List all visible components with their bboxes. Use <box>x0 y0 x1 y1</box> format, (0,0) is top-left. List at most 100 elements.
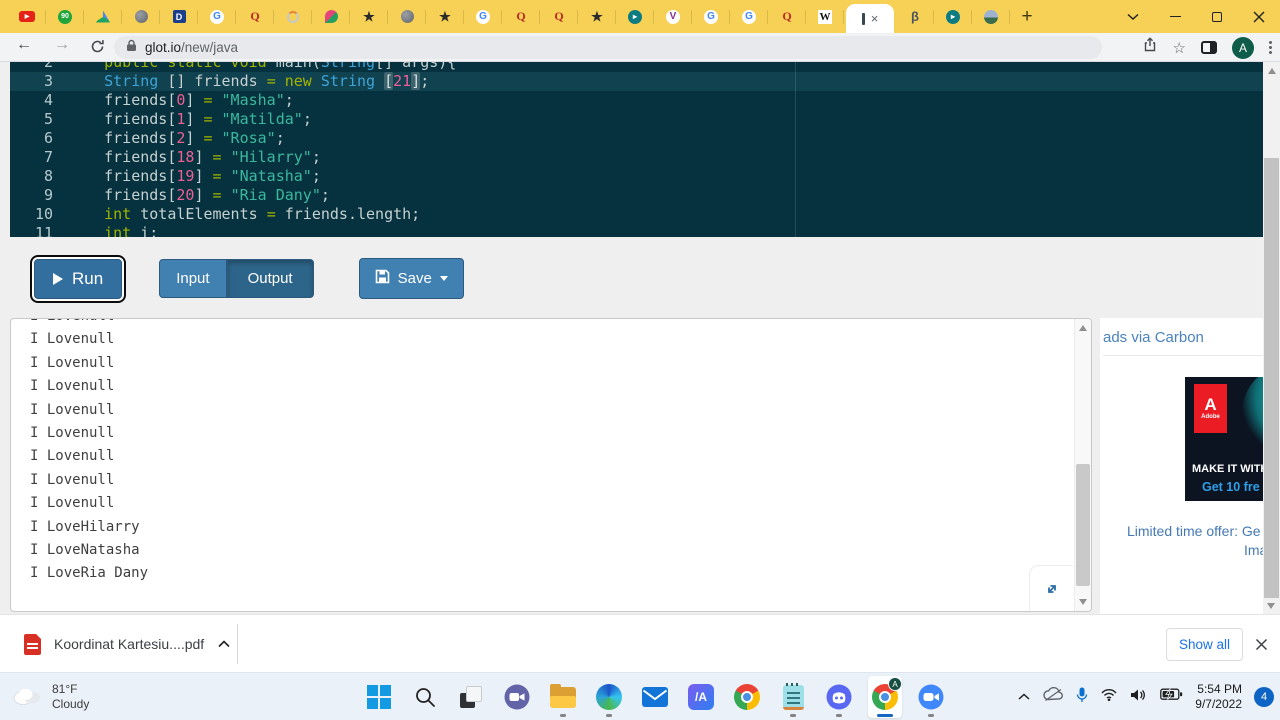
code-line[interactable]: 10 int totalElements = friends.length; <box>10 205 1263 224</box>
scroll-up-icon[interactable] <box>1079 325 1087 331</box>
tab-search-icon[interactable] <box>1112 0 1154 33</box>
back-icon[interactable]: ← <box>16 36 32 54</box>
weather-widget[interactable]: 81°FCloudy <box>10 677 89 717</box>
onedrive-icon[interactable] <box>1042 687 1064 707</box>
page-scrollbar-thumb[interactable] <box>1264 158 1279 598</box>
clock-date: 9/7/2022 <box>1195 697 1242 711</box>
tab-drive[interactable] <box>84 0 122 33</box>
download-bar-close-icon[interactable] <box>1250 633 1272 655</box>
taskbar-edge[interactable] <box>592 676 626 718</box>
taskbar-mail[interactable] <box>638 676 672 718</box>
code-line[interactable]: 7 friends[18] = "Hilarry"; <box>10 148 1263 167</box>
windows-taskbar: 81°FCloudy /A A 5:54 PM9/7/2022 4 <box>0 672 1280 720</box>
tab-badge-90[interactable]: 90 <box>46 0 84 33</box>
tab-wikipedia[interactable]: W <box>806 0 844 33</box>
profile-avatar[interactable]: A <box>1232 37 1254 59</box>
expand-output-button[interactable] <box>1029 565 1073 611</box>
tray-chevron-icon[interactable] <box>1018 688 1030 706</box>
tab-teal-app[interactable]: ▸ <box>616 0 654 33</box>
taskbar-clock[interactable]: 5:54 PM9/7/2022 <box>1195 682 1242 712</box>
reload-icon[interactable] <box>90 39 105 59</box>
wifi-icon[interactable] <box>1100 688 1118 707</box>
code-line[interactable]: 3 String [] friends = new String [21]; <box>10 72 1263 91</box>
show-all-button[interactable]: Show all <box>1166 628 1243 661</box>
scrollbar-thumb[interactable] <box>1076 464 1090 586</box>
save-button[interactable]: Save <box>359 258 464 299</box>
tab-quora[interactable]: Q <box>502 0 540 33</box>
tab-quora[interactable]: Q <box>236 0 274 33</box>
taskbar-chrome-profile[interactable]: A <box>868 676 902 718</box>
taskbar-search[interactable] <box>408 676 442 718</box>
tab-globe[interactable] <box>388 0 426 33</box>
tab-close-icon[interactable]: × <box>871 12 879 25</box>
run-button[interactable]: Run <box>34 259 122 299</box>
bookmark-star-icon[interactable]: ☆ <box>1173 39 1186 57</box>
code-line[interactable]: 5 friends[1] = "Matilda"; <box>10 110 1263 129</box>
forward-icon[interactable]: → <box>54 36 70 54</box>
taskbar-chat[interactable] <box>500 676 534 718</box>
download-chevron-icon[interactable] <box>217 635 231 653</box>
code-line[interactable]: 6 friends[2] = "Rosa"; <box>10 129 1263 148</box>
close-window-icon[interactable] <box>1238 0 1280 33</box>
page-scrollbar[interactable] <box>1263 62 1280 614</box>
tab-star[interactable]: ★ <box>350 0 388 33</box>
notification-badge[interactable]: 4 <box>1254 687 1274 707</box>
new-tab-button[interactable]: + <box>1010 0 1044 33</box>
url-text[interactable]: glot.io/new/java <box>145 40 238 55</box>
tab-star[interactable]: ★ <box>426 0 464 33</box>
minimize-icon[interactable] <box>1154 0 1196 33</box>
tab-google[interactable]: G <box>730 0 768 33</box>
volume-icon[interactable] <box>1130 688 1148 707</box>
code-line[interactable]: 9 friends[20] = "Ria Dany"; <box>10 186 1263 205</box>
taskbar-zoom[interactable] <box>914 676 948 718</box>
scroll-down-icon[interactable] <box>1079 599 1087 605</box>
output-scrollbar[interactable] <box>1074 319 1091 611</box>
code-editor[interactable]: 2 public static void main(String[] args)… <box>10 62 1263 237</box>
code-line[interactable]: 4 friends[0] = "Masha"; <box>10 91 1263 110</box>
taskbar-a-app[interactable]: /A <box>684 676 718 718</box>
taskbar-task-view[interactable] <box>454 676 488 718</box>
tab-doc-d[interactable]: D <box>160 0 198 33</box>
tab-quora[interactable]: Q <box>540 0 578 33</box>
tab-globe[interactable] <box>122 0 160 33</box>
tab-google[interactable]: G <box>464 0 502 33</box>
taskbar-notepad[interactable] <box>776 676 810 718</box>
tab-glot-active[interactable]: × <box>846 4 894 33</box>
menu-kebab-icon[interactable] <box>1269 41 1272 54</box>
restore-icon[interactable] <box>1196 0 1238 33</box>
page-scroll-up-icon[interactable] <box>1268 68 1276 74</box>
code-line[interactable]: 8 friends[19] = "Natasha"; <box>10 167 1263 186</box>
output-panel[interactable]: I LovenullI LovenullI LovenullI Lovenull… <box>10 318 1092 612</box>
tab-glot-logo[interactable]: β <box>896 0 934 33</box>
taskbar-chrome[interactable] <box>730 676 764 718</box>
taskbar-file-explorer[interactable] <box>546 676 580 718</box>
tab-google[interactable]: G <box>692 0 730 33</box>
ads-via-carbon-link[interactable]: ads via Carbon <box>1103 329 1263 356</box>
microphone-icon[interactable] <box>1076 687 1088 708</box>
tab-teal-app[interactable]: ▸ <box>934 0 972 33</box>
ad-caption-line1[interactable]: Limited time offer: Ge <box>1127 523 1261 539</box>
code-line[interactable]: 11 int i; <box>10 224 1263 237</box>
tab-star[interactable]: ★ <box>578 0 616 33</box>
share-icon[interactable] <box>1142 37 1158 58</box>
output-tab-button[interactable]: Output <box>227 259 314 298</box>
tab-youtube[interactable]: ▶ <box>8 0 46 33</box>
taskbar-start[interactable] <box>362 676 396 718</box>
side-panel-icon[interactable] <box>1201 41 1217 54</box>
tab-quora[interactable]: Q <box>768 0 806 33</box>
address-bar[interactable]: glot.io/new/java <box>114 36 1102 59</box>
tab-photo[interactable] <box>972 0 1010 33</box>
lock-icon[interactable] <box>126 39 137 57</box>
battery-icon[interactable] <box>1160 688 1183 706</box>
tab-google[interactable]: G <box>198 0 236 33</box>
page-scroll-down-icon[interactable] <box>1267 603 1275 609</box>
input-tab-button[interactable]: Input <box>159 259 226 298</box>
tab-v-flower[interactable]: V <box>654 0 692 33</box>
ad-caption-line2[interactable]: Ima <box>1244 542 1263 558</box>
code-line[interactable]: 2 public static void main(String[] args)… <box>10 62 1263 72</box>
taskbar-discord[interactable] <box>822 676 856 718</box>
tab-ring[interactable] <box>274 0 312 33</box>
ad-image[interactable]: A Adobe MAKE IT WITH Get 10 fre <box>1185 377 1263 501</box>
download-item[interactable]: Koordinat Kartesiu....pdf <box>24 627 231 661</box>
tab-petals[interactable] <box>312 0 350 33</box>
